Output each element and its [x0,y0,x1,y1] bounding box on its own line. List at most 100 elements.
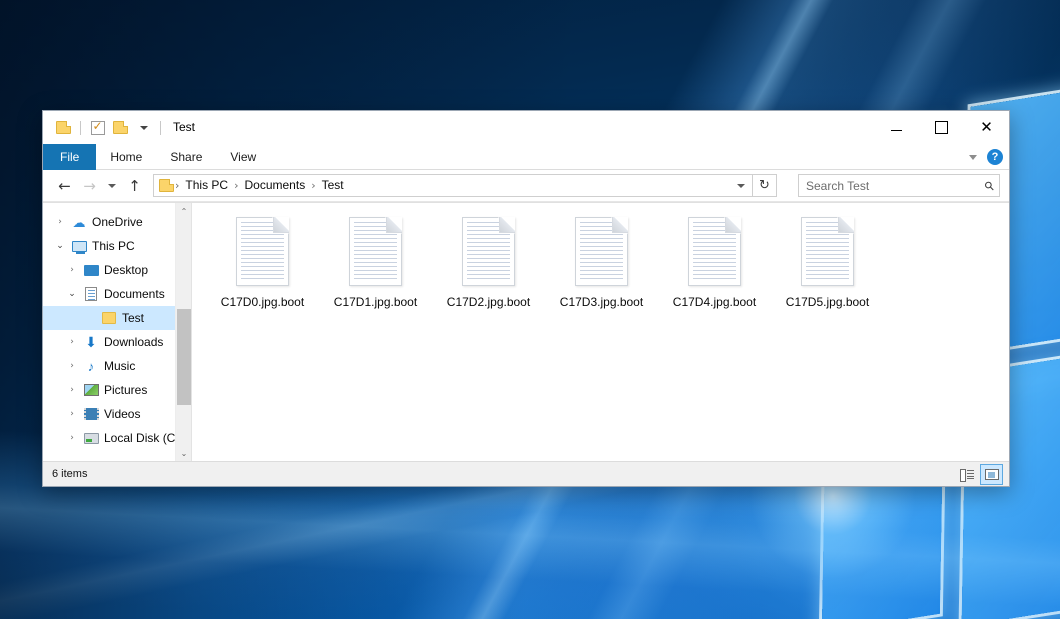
music-icon: ♪ [81,360,101,373]
properties-checkbox-icon [91,121,105,135]
maximize-button[interactable] [919,111,964,144]
file-name-label: C17D4.jpg.boot [673,295,756,309]
chevron-right-icon[interactable]: › [63,385,81,395]
file-explorer-window: Test ✕ File Home Share View ? ← → ↑ [42,110,1010,487]
sidebar-label-local-disk: Local Disk (C:) [104,431,183,445]
sidebar-label-onedrive: OneDrive [92,215,143,229]
sidebar-label-test: Test [122,311,144,325]
properties-button[interactable] [86,117,109,139]
chevron-right-icon[interactable]: › [63,409,81,419]
forward-button[interactable]: → [77,173,102,199]
sidebar-label-videos: Videos [104,407,140,421]
onedrive-icon: ☁ [69,216,89,229]
sidebar-item-videos[interactable]: › Videos [43,402,191,426]
refresh-button[interactable]: ↻ [753,174,777,197]
scroll-up-arrow-icon[interactable]: ⌃ [176,203,191,219]
chevron-down-icon[interactable]: ⌄ [63,289,81,299]
file-item[interactable]: C17D2.jpg.boot [432,215,545,333]
pictures-icon [81,384,101,396]
status-bar: 6 items [43,461,1009,486]
breadcrumb-dropdown-button[interactable] [732,175,750,196]
sidebar-item-music[interactable]: › ♪ Music [43,354,191,378]
tab-view[interactable]: View [216,144,270,170]
sidebar-label-this-pc: This PC [92,239,135,253]
chevron-right-icon[interactable]: › [63,265,81,275]
qat-separator-2 [160,121,161,135]
tab-home[interactable]: Home [96,144,156,170]
generic-file-icon [688,217,741,286]
sidebar-item-desktop[interactable]: › Desktop [43,258,191,282]
file-item[interactable]: C17D1.jpg.boot [319,215,432,333]
file-name-label: C17D5.jpg.boot [786,295,869,309]
breadcrumb-item-test[interactable]: Test [317,175,349,196]
sidebar-label-documents: Documents [104,287,165,301]
file-item[interactable]: C17D4.jpg.boot [658,215,771,333]
system-menu-folder-icon[interactable] [52,117,75,139]
sidebar-item-this-pc[interactable]: ⌄ This PC [43,234,191,258]
file-icon-fold [273,217,289,233]
documents-icon [81,287,101,301]
sidebar-label-music: Music [104,359,135,373]
customize-qat-button[interactable] [132,117,155,139]
tab-share[interactable]: Share [156,144,216,170]
chevron-right-icon[interactable]: › [63,337,81,347]
chevron-down-icon[interactable] [969,155,977,160]
item-count-label: 6 items [52,468,87,480]
generic-file-icon [236,217,289,286]
address-bar: ← → ↑ › This PC › Documents › Test ↻ Sea… [43,170,1009,202]
sidebar-item-downloads[interactable]: › ⬇ Downloads [43,330,191,354]
recent-locations-button[interactable] [102,173,122,199]
view-switcher [955,464,1003,485]
up-button[interactable]: ↑ [122,173,147,199]
file-item[interactable]: C17D5.jpg.boot [771,215,884,333]
new-folder-button[interactable] [109,117,132,139]
sidebar-item-documents[interactable]: ⌄ Documents [43,282,191,306]
tab-file[interactable]: File [43,144,96,170]
details-view-button[interactable] [955,464,978,485]
scrollbar-thumb[interactable] [177,309,191,405]
generic-file-icon [575,217,628,286]
details-view-icon [960,469,974,480]
file-item[interactable]: C17D3.jpg.boot [545,215,658,333]
explorer-body: › ☁ OneDrive ⌄ This PC › Desktop ⌄ [43,202,1009,461]
chevron-down-icon[interactable]: ⌄ [51,241,69,251]
breadcrumb-folder-icon [159,179,174,192]
help-icon[interactable]: ? [987,149,1003,165]
search-box[interactable]: Search Test ⚲ [798,174,1000,197]
breadcrumb-item-documents[interactable]: Documents [240,175,311,196]
breadcrumb-item-this-pc[interactable]: This PC [180,175,233,196]
local-disk-icon [81,433,101,444]
chevron-right-icon[interactable]: › [51,217,69,227]
file-icon-fold [838,217,854,233]
window-controls: ✕ [874,111,1009,144]
sidebar-scrollbar[interactable]: ⌃ ⌄ [175,203,191,461]
close-button[interactable]: ✕ [964,111,1009,144]
file-item[interactable]: C17D0.jpg.boot [206,215,319,333]
large-icons-view-button[interactable] [980,464,1003,485]
chevron-right-icon[interactable]: › [63,433,81,443]
folder-icon [56,121,71,134]
sidebar-label-downloads: Downloads [104,335,163,349]
generic-file-icon [462,217,515,286]
title-bar[interactable]: Test ✕ [43,111,1009,144]
sidebar-item-test[interactable]: Test [43,306,191,330]
file-name-label: C17D2.jpg.boot [447,295,530,309]
sidebar-item-pictures[interactable]: › Pictures [43,378,191,402]
downloads-icon: ⬇ [81,335,101,349]
desktop-icon [81,265,101,276]
file-list-pane[interactable]: C17D0.jpg.boot C17D1.jpg.boot [191,203,1009,461]
file-name-label: C17D3.jpg.boot [560,295,643,309]
file-name-label: C17D1.jpg.boot [334,295,417,309]
minimize-button[interactable] [874,111,919,144]
back-button[interactable]: ← [52,173,77,199]
breadcrumb[interactable]: › This PC › Documents › Test [153,174,753,197]
search-input[interactable]: Search Test [806,179,985,193]
desktop-background: Test ✕ File Home Share View ? ← → ↑ [0,0,1060,619]
scroll-down-arrow-icon[interactable]: ⌄ [176,445,191,461]
new-folder-icon [113,121,128,134]
sidebar-item-local-disk[interactable]: › Local Disk (C:) [43,426,191,450]
sidebar-item-onedrive[interactable]: › ☁ OneDrive [43,210,191,234]
chevron-right-icon[interactable]: › [63,361,81,371]
sidebar-label-desktop: Desktop [104,263,148,277]
generic-file-icon [349,217,402,286]
